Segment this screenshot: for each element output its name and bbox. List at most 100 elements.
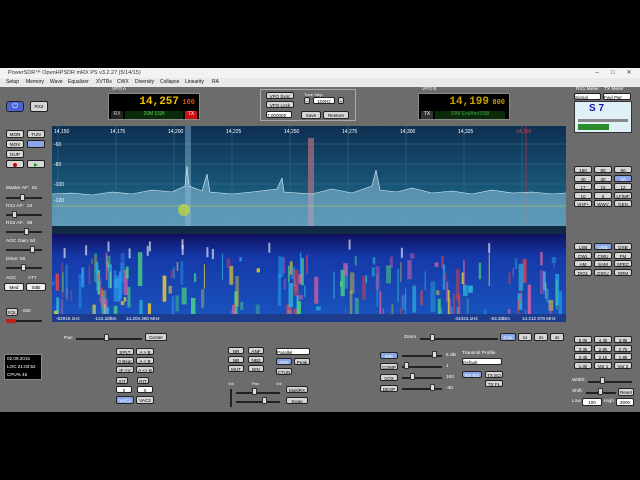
band-button-2[interactable]: 60 [614,166,632,173]
nr-button[interactable]: NR [228,347,244,354]
split-button[interactable]: SPLT [116,348,134,355]
dexp-knob[interactable] [430,384,435,391]
filter-low-field[interactable]: 100 [582,398,602,406]
minimize-button[interactable]: – [592,68,602,78]
band-button-8[interactable]: 12 [614,183,632,190]
vfo-b-frequency[interactable]: 14,199 [423,96,489,108]
rx1-af-knob[interactable] [12,211,17,218]
sql-button[interactable]: SQL [6,308,18,316]
filter-button-1[interactable]: 4.4k [594,336,612,343]
center-button[interactable]: Center [145,333,167,341]
filter-button-0[interactable]: 5.0k [574,336,592,343]
rx2-pan-knob-b[interactable] [262,397,267,404]
xit-value-field[interactable]: 0 [116,386,132,393]
band-button-1[interactable]: 80 [594,166,612,173]
mode-button-8[interactable]: SPEC [614,260,632,267]
vox-slider[interactable] [402,377,442,379]
vox-knob[interactable] [410,373,415,380]
filter-button-11[interactable]: Var 2 [614,361,632,369]
rit-value-field[interactable]: 0 [137,386,153,393]
tune-step-select[interactable]: 100Hz [313,97,335,104]
band-button-14[interactable]: GEN [614,200,632,207]
band-button-3[interactable]: 40 [574,174,592,182]
filter-button-4[interactable]: 2.9k [594,344,612,352]
band-button-5[interactable]: 20 [614,174,632,182]
rx2-pan-slider-b[interactable] [236,401,280,403]
dup-button[interactable]: DUP [6,150,24,158]
mode-button-11[interactable]: DRM [614,268,632,276]
band-button-6[interactable]: 17 [574,183,592,190]
mode-button-4[interactable]: CWU [594,251,612,259]
filter-button-7[interactable]: 2.1k [594,353,612,360]
tx-filter-button[interactable]: TX FL [485,380,503,387]
rx-eq-button[interactable]: RX EQ [462,371,482,378]
zero-beat-button[interactable]: 0 Beat [116,357,134,364]
rx-meter-select[interactable]: Signal [574,93,601,100]
nb-button[interactable]: NB [228,356,244,363]
record-button[interactable] [6,160,24,168]
mon-button[interactable]: MON [6,130,24,138]
filter-button-6[interactable]: 2.4k [574,353,592,360]
vfo-b-frequency-sub[interactable]: 800 [489,99,505,107]
swap-vfo-button[interactable]: A <> B [136,366,154,373]
menu-setup[interactable]: Setup [6,78,19,87]
comp-knob[interactable] [404,362,409,369]
filter-button-5[interactable]: 2.7k [614,344,632,352]
mode-button-10[interactable]: DIGU [594,268,612,276]
vfo-a-tx-indicator[interactable]: TX [185,111,197,119]
bin-button[interactable]: BIN [248,365,264,372]
band-button-7[interactable]: 15 [594,183,612,190]
avg-button[interactable]: AVG [276,358,292,365]
band-button-10[interactable]: 6 [594,191,612,199]
mode-button-7[interactable]: SAM [594,260,612,267]
menu-memory[interactable]: Memory [26,78,44,87]
restore-button[interactable]: Restore [323,111,349,119]
power-button[interactable]: ⏻ [6,101,24,112]
tune-step-plus[interactable]: + [338,97,344,104]
rx2-button[interactable]: RX2 [30,101,48,112]
close-button[interactable]: ✕ [624,68,634,78]
mode-button-6[interactable]: AM [574,260,592,267]
master-af-knob[interactable] [20,194,25,201]
filter-button-9[interactable]: 1.0k [574,361,592,369]
vfo-lock-button[interactable]: VFO Lock [266,101,294,108]
comp-button[interactable]: COMP [380,363,398,370]
mic-knob[interactable] [432,351,437,358]
filter-high-field[interactable]: 2900 [616,398,634,406]
pan-slider[interactable] [76,338,142,340]
mode-button-5[interactable]: FM [614,251,632,259]
vfo-a-frequency-sub[interactable]: 100 [179,99,195,107]
dexp-slider[interactable] [402,388,442,390]
play-button[interactable] [27,160,45,168]
maximize-button[interactable]: □ [608,68,618,78]
filter-reset-button[interactable]: Reset [618,388,634,396]
swap-rx-button[interactable]: Swap [286,397,308,404]
save-button[interactable]: Save [301,111,321,119]
mode-button-1[interactable]: USB [594,243,612,250]
ctun-button[interactable]: CTUN [276,368,292,375]
tx-meter-select[interactable]: Fwd Pwr [603,93,631,100]
dexp-button[interactable]: DEXP [380,385,398,392]
vfo-sync-button[interactable]: VFO Sync [266,92,294,99]
pan-knob[interactable] [104,334,109,341]
if-to-vfo-button[interactable]: IF->V [116,366,134,373]
filter-button-10[interactable]: Var 1 [594,361,612,369]
rx2-af-knob[interactable] [24,228,29,235]
menu-linearity[interactable]: Linearity [185,78,204,87]
band-button-13[interactable]: WWV [594,200,612,207]
vfo-b-display[interactable]: 14,199 800 20M Ext/Am/SSB TX [418,93,510,120]
filter-width-knob[interactable] [600,377,605,384]
band-button-12[interactable]: VHF+ [574,200,592,207]
memory-offset-field[interactable]: 7.000000 [266,111,292,118]
rx2-vol-slider[interactable] [230,389,232,407]
zoom-0-5x-button[interactable]: 0.5x [500,333,516,341]
mox-button[interactable]: MOX [6,140,24,148]
rx2-pan-slider-a[interactable] [236,392,280,394]
menu-xvtrs[interactable]: XVTRs [96,78,112,87]
drive-knob[interactable] [21,264,26,271]
zoom-2x-button[interactable]: 2x [534,333,548,341]
vfo-a-frequency[interactable]: 14,257 [113,96,179,108]
b-to-a-button[interactable]: A < B [136,357,154,364]
zoom-knob[interactable] [430,334,435,341]
menu-collapse[interactable]: Collapse [160,78,179,87]
